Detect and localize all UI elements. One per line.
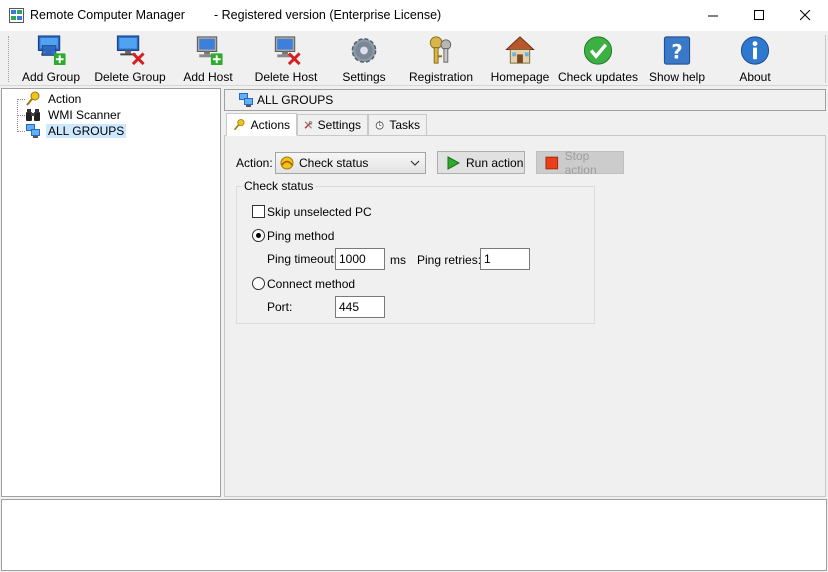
toolbar-grip[interactable]: [8, 36, 11, 82]
settings-button[interactable]: Settings: [342, 34, 386, 84]
port-label: Port:: [267, 300, 293, 314]
group-header-title: ALL GROUPS: [257, 93, 334, 107]
tab-settings[interactable]: Settings: [297, 114, 368, 136]
ping-method-radio[interactable]: [252, 229, 265, 242]
window-title: Remote Computer Manager: [30, 8, 185, 22]
checkmark-icon: [583, 36, 613, 65]
title-bar: Remote Computer Manager - Registered ver…: [0, 0, 828, 31]
run-action-button[interactable]: Run action: [437, 151, 525, 174]
ping-timeout-unit: ms: [390, 253, 406, 267]
tab-label: Settings: [317, 118, 361, 132]
add-host-button[interactable]: Add Host: [183, 34, 233, 84]
settings-label: Settings: [342, 70, 386, 84]
tree-item-label: Action: [48, 92, 82, 106]
connect-method-radio[interactable]: [252, 277, 265, 290]
ping-retries-label: Ping retries:: [417, 253, 482, 267]
tree-connector: [17, 99, 25, 100]
toolbar: Add Group Delete Group Add Host Delete H…: [0, 31, 828, 86]
gear-icon: [351, 38, 377, 63]
registration-button[interactable]: Registration: [408, 34, 474, 84]
ping-timeout-field[interactable]: 1000: [335, 248, 385, 270]
tab-tasks[interactable]: Tasks: [368, 114, 427, 136]
play-icon: [447, 155, 460, 170]
ping-retries-field[interactable]: 1: [480, 248, 530, 270]
add-host-icon: [196, 36, 223, 66]
keys-icon: [429, 36, 452, 64]
tree-connector: [17, 115, 25, 116]
minimize-button[interactable]: [690, 0, 736, 31]
delete-host-label: Delete Host: [254, 70, 318, 84]
delete-group-button[interactable]: Delete Group: [94, 34, 166, 84]
check-updates-button[interactable]: Check updates: [557, 34, 639, 84]
delete-group-label: Delete Group: [94, 70, 166, 84]
group-header: ALL GROUPS: [224, 89, 826, 111]
port-field[interactable]: 445: [335, 296, 385, 318]
tab-actions[interactable]: Actions: [226, 113, 297, 136]
connect-method-label: Connect method: [267, 277, 356, 291]
about-button[interactable]: About: [737, 34, 773, 84]
show-help-button[interactable]: ? Show help: [648, 34, 706, 84]
ping-retries-value: 1: [484, 252, 491, 266]
stopwatch-icon: [375, 120, 384, 130]
skip-unselected-label: Skip unselected PC: [267, 205, 372, 219]
add-group-label: Add Group: [21, 70, 81, 84]
delete-host-button[interactable]: Delete Host: [254, 34, 318, 84]
ping-icon: [280, 156, 294, 170]
registration-label: Registration: [408, 70, 474, 84]
homepage-button[interactable]: Homepage: [490, 34, 550, 84]
app-icon: [9, 8, 24, 23]
computers-icon: [26, 124, 40, 138]
toolbar-separator: [825, 35, 826, 83]
key-icon: [233, 118, 245, 130]
action-dropdown[interactable]: Check status: [275, 152, 426, 174]
delete-host-icon: [274, 36, 301, 66]
stop-icon: [545, 156, 559, 169]
about-label: About: [739, 70, 771, 84]
homepage-label: Homepage: [490, 70, 550, 84]
tab-label: Tasks: [389, 118, 420, 132]
show-help-label: Show help: [648, 70, 706, 84]
tree-item-wmi-scanner[interactable]: WMI Scanner: [25, 107, 123, 123]
close-button[interactable]: [782, 0, 828, 31]
ping-timeout-label: Ping timeout:: [267, 252, 338, 266]
run-action-label: Run action: [466, 155, 524, 170]
add-host-label: Add Host: [183, 70, 233, 84]
log-panel[interactable]: [1, 499, 827, 571]
computers-icon: [239, 93, 253, 107]
action-dropdown-value: Check status: [299, 156, 369, 170]
home-icon: [505, 36, 535, 64]
help-icon: ?: [663, 36, 691, 65]
check-updates-label: Check updates: [557, 70, 639, 84]
chevron-down-icon: [410, 160, 420, 166]
tree-connector: [17, 131, 25, 132]
navigation-tree[interactable]: Action WMI Scanner ALL GROUPS: [1, 88, 221, 497]
binoculars-icon: [26, 109, 40, 121]
check-status-title: Check status: [242, 179, 316, 193]
key-icon: [26, 91, 40, 106]
registration-status: - Registered version (Enterprise License…: [214, 8, 442, 22]
tools-icon: [304, 121, 313, 129]
ping-method-label: Ping method: [267, 229, 335, 243]
stop-action-button[interactable]: Stop action: [536, 148, 624, 177]
maximize-icon: [753, 10, 764, 20]
tree-item-label: ALL GROUPS: [46, 124, 127, 138]
port-value: 445: [339, 300, 360, 314]
skip-unselected-checkbox[interactable]: [252, 205, 265, 218]
tree-item-action[interactable]: Action: [25, 91, 83, 107]
svg-text:?: ?: [671, 40, 682, 63]
tree-item-all-groups[interactable]: ALL GROUPS: [25, 123, 127, 139]
stop-action-label: Stop action: [564, 148, 597, 177]
close-icon: [799, 10, 810, 21]
tree-item-label: WMI Scanner: [48, 108, 121, 122]
minimize-icon: [707, 15, 718, 17]
action-label: Action:: [236, 156, 273, 170]
ping-timeout-value: 1000: [339, 252, 366, 266]
maximize-button[interactable]: [736, 0, 782, 31]
delete-group-icon: [116, 35, 145, 66]
add-group-button[interactable]: Add Group: [21, 34, 81, 84]
add-group-icon: [37, 35, 66, 66]
info-icon: [740, 36, 770, 65]
tab-label: Actions: [250, 117, 290, 132]
